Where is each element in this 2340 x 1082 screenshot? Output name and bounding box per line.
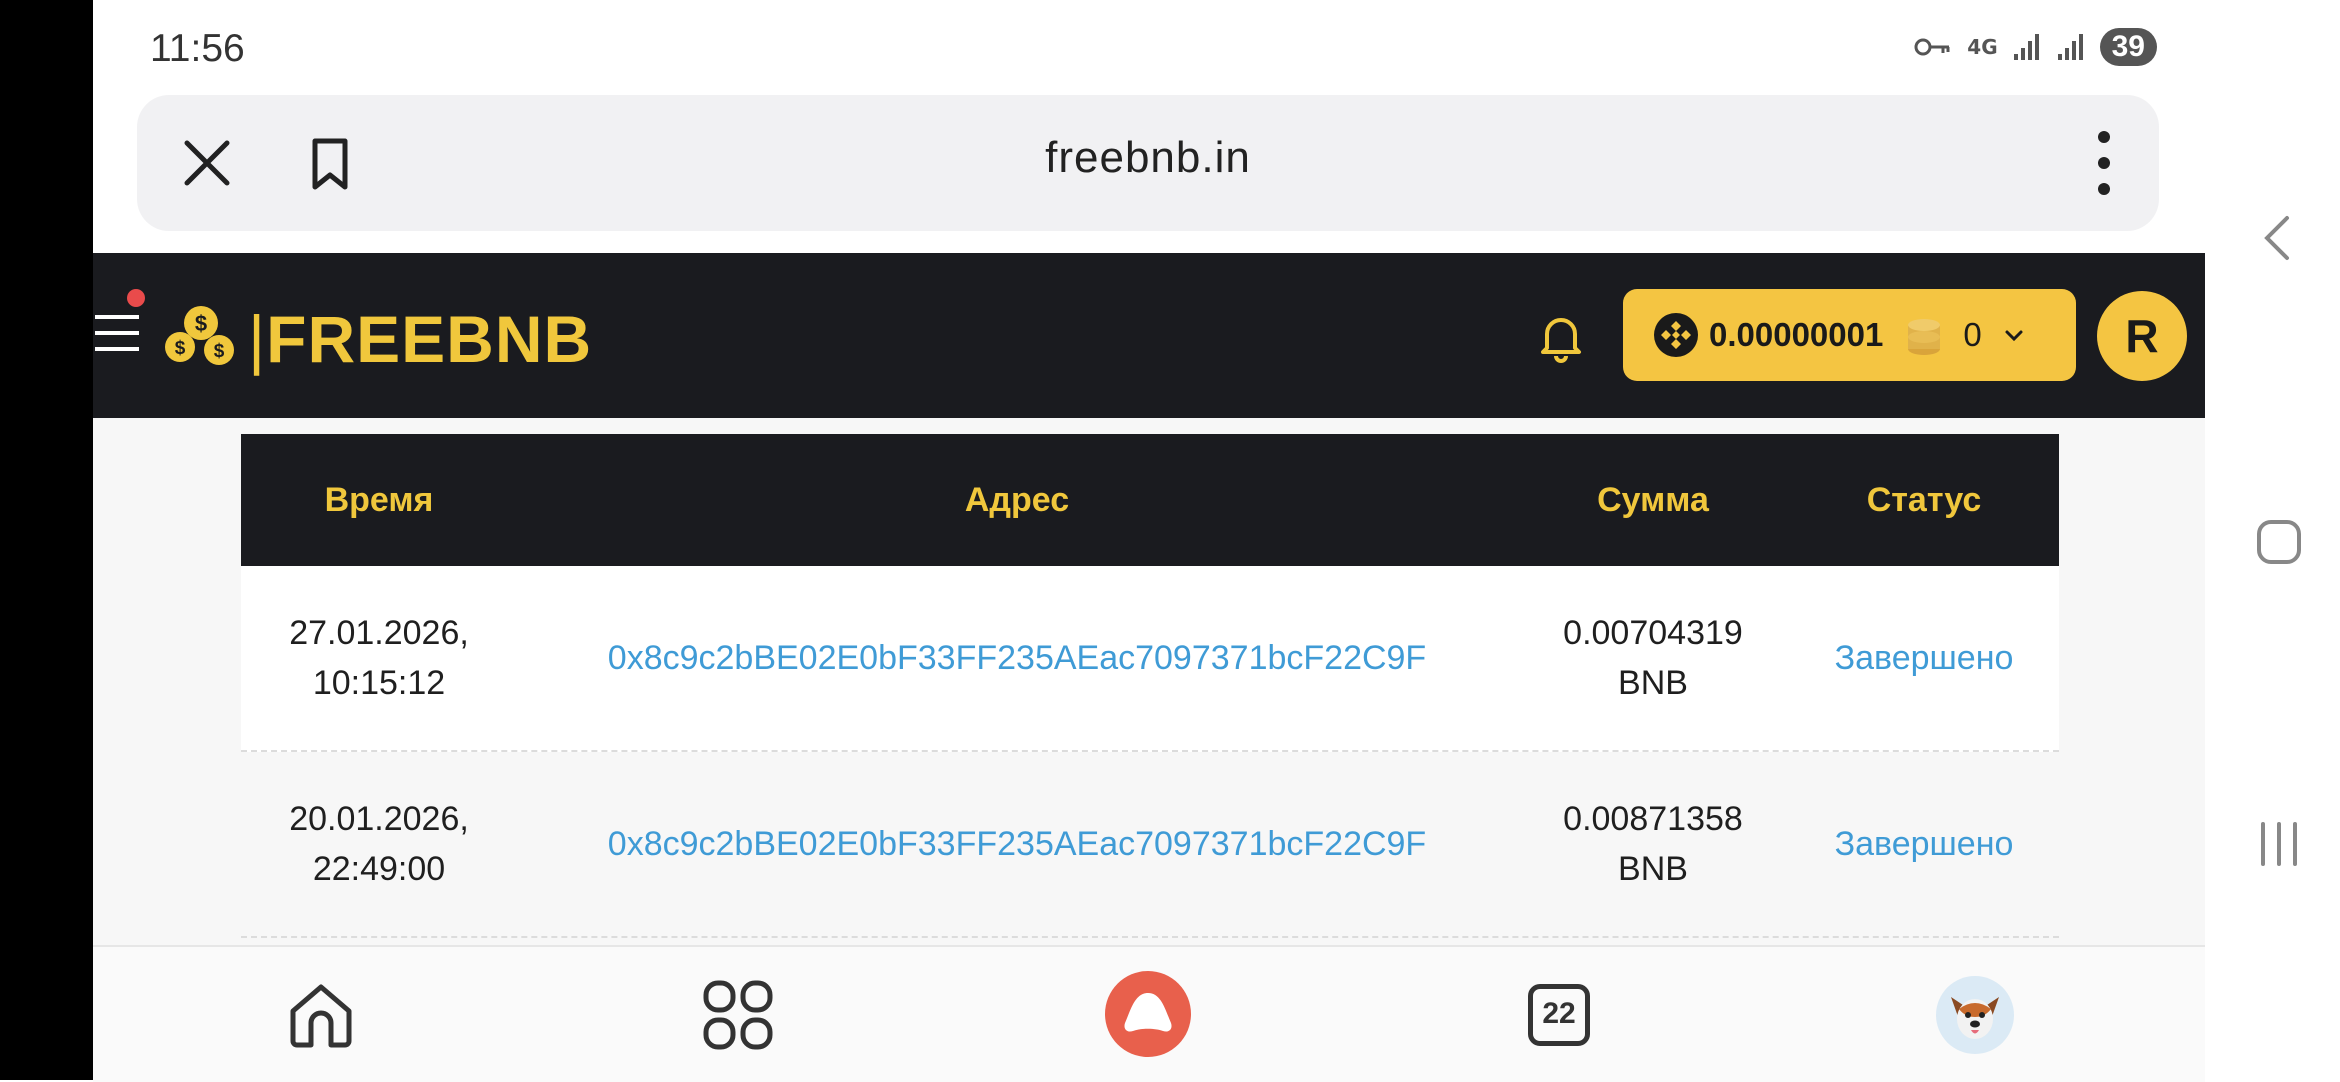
left-black-bar (0, 0, 93, 1080)
header-time: Время (324, 480, 434, 519)
site-logo[interactable]: |FREEBNB (248, 301, 592, 377)
alice-assistant-icon[interactable] (1103, 969, 1193, 1059)
bnb-balance: 0.00000001 (1709, 316, 1884, 353)
home-button-icon[interactable] (2255, 516, 2303, 568)
bnb-icon (1654, 313, 1698, 357)
row-status: Завершено (1834, 825, 2014, 863)
svg-text:$: $ (195, 311, 207, 336)
row-currency: BNB (1618, 664, 1688, 702)
browser-url-bar: freebnb.in (137, 95, 2159, 231)
header-address: Адрес (964, 480, 1070, 519)
row-amount-value: 0.00704319 (1563, 614, 1743, 652)
profile-avatar-icon[interactable] (1935, 975, 2015, 1055)
bell-icon[interactable] (1533, 308, 1589, 364)
row-address-link[interactable]: 0x8c9c2bBE02E0bF33FF235AEac7097371bcF22C… (517, 819, 1517, 869)
status-bar: 11:56 4G 39 (93, 0, 2217, 95)
logo-text: FREEBNB (266, 302, 593, 376)
row-date: 27.01.2026, (289, 614, 469, 652)
payouts-table: Время Адрес Сумма Статус 27.01.2026, 10:… (241, 434, 2059, 938)
tabs-count-icon[interactable]: 22 (1528, 984, 1590, 1046)
table-row: 20.01.2026, 22:49:00 0x8c9c2bBE02E0bF33F… (241, 752, 2059, 938)
chevron-down-icon (2005, 330, 2023, 342)
signal-icon (2057, 34, 2083, 60)
svg-text:$: $ (214, 341, 225, 362)
more-vertical-icon[interactable] (2094, 127, 2114, 199)
coin-stack-icon (1908, 319, 1941, 355)
row-time: 20.01.2026, 22:49:00 (241, 794, 517, 894)
apps-icon[interactable] (700, 977, 776, 1053)
page-content: Время Адрес Сумма Статус 27.01.2026, 10:… (93, 418, 2205, 945)
row-status: Завершено (1834, 639, 2014, 677)
row-date: 20.01.2026, (289, 800, 469, 838)
system-nav-bar (2217, 0, 2340, 1080)
row-clock: 22:49:00 (312, 850, 446, 888)
logo-coins-icon: $ $ $ (165, 306, 234, 365)
url-text[interactable]: freebnb.in (137, 133, 2159, 183)
home-icon[interactable] (283, 977, 359, 1053)
user-avatar[interactable]: R (2097, 291, 2187, 381)
signal-icon (2013, 34, 2039, 60)
table-header: Время Адрес Сумма Статус (241, 434, 2059, 566)
menu-icon[interactable] (93, 313, 141, 353)
notification-dot (127, 289, 145, 307)
row-clock: 10:15:12 (312, 664, 446, 702)
balance-dropdown[interactable]: 0.00000001 0 (1623, 289, 2076, 381)
header-status: Статус (1866, 480, 1982, 519)
browser-bottom-nav: 22 (93, 945, 2205, 1082)
status-time: 11:56 (150, 27, 245, 70)
svg-text:$: $ (175, 338, 186, 359)
coin-count: 0 (1963, 316, 1982, 353)
row-amount-value: 0.00871358 (1563, 800, 1743, 838)
table-row: 27.01.2026, 10:15:12 0x8c9c2bBE02E0bF33F… (241, 566, 2059, 752)
battery-icon: 39 (2099, 28, 2157, 66)
network-4g-icon: 4G (1967, 35, 1998, 59)
back-icon[interactable] (2255, 212, 2303, 264)
status-icons: 4G 39 (1913, 28, 2157, 66)
row-amount: 0.00704319 BNB (1517, 608, 1789, 708)
row-amount: 0.00871358 BNB (1517, 794, 1789, 894)
vpn-key-icon (1914, 38, 1950, 56)
row-time: 27.01.2026, 10:15:12 (241, 608, 517, 708)
header-amount: Сумма (1597, 480, 1709, 519)
row-address-link[interactable]: 0x8c9c2bBE02E0bF33FF235AEac7097371bcF22C… (517, 633, 1517, 683)
site-header: $ $ $ |FREEBNB 0.00000001 0 R (93, 253, 2205, 418)
row-currency: BNB (1618, 850, 1688, 888)
recents-icon[interactable] (2255, 818, 2303, 870)
